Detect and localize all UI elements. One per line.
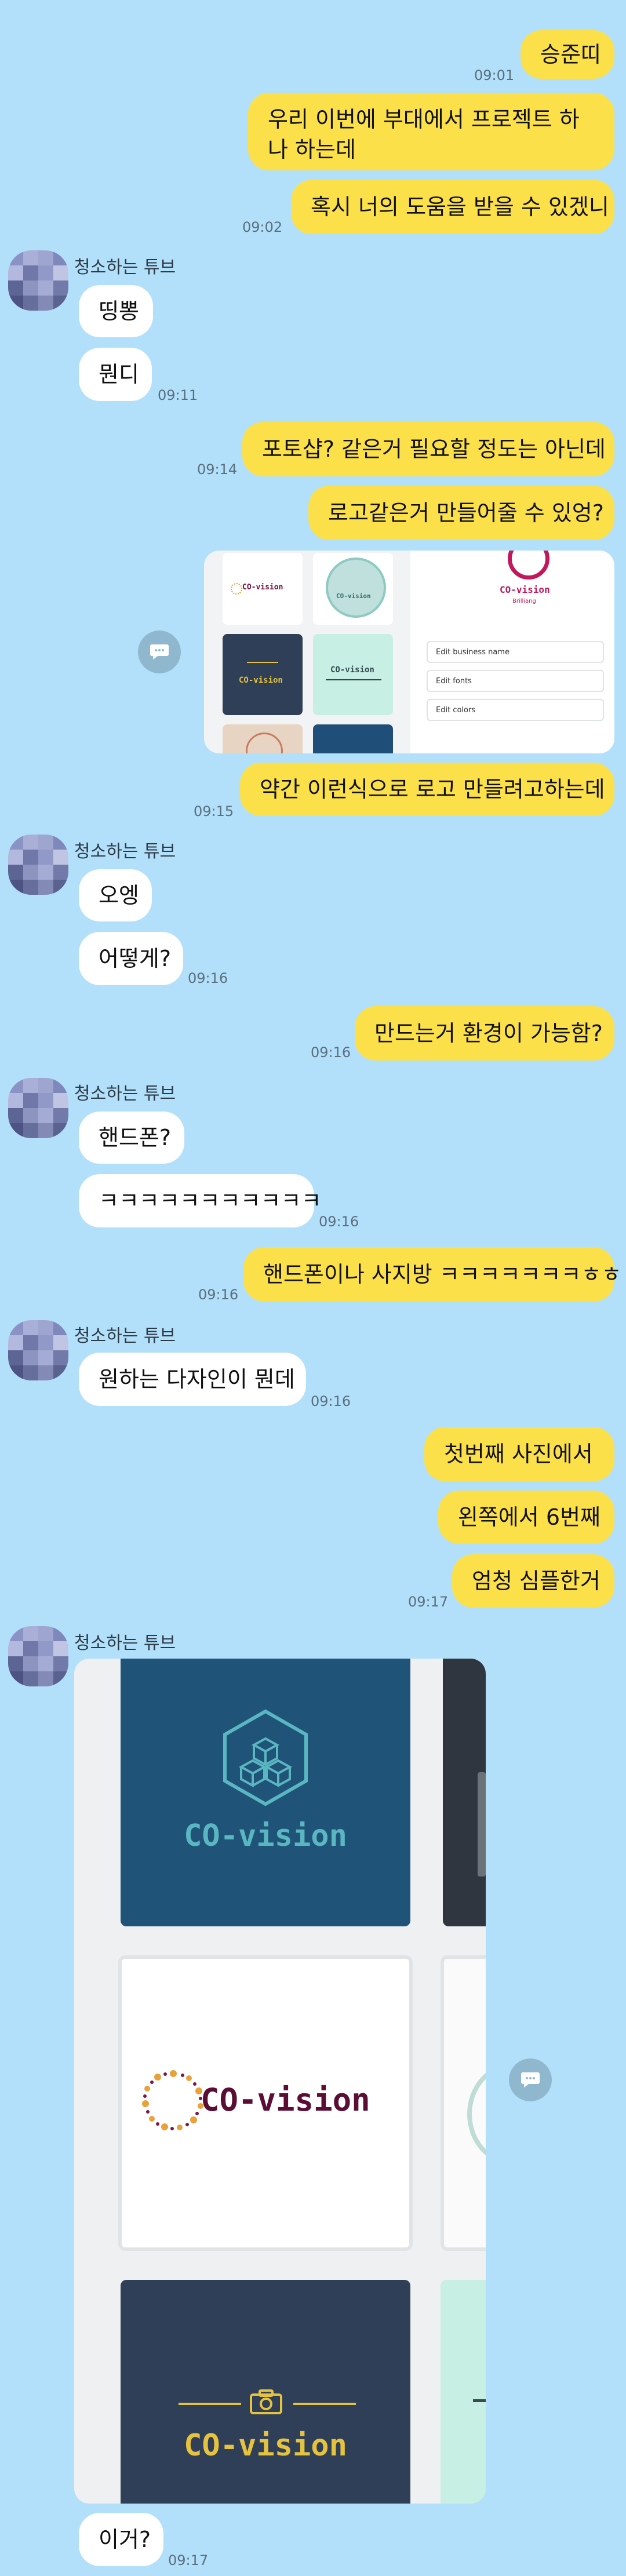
logo-thumb-text: CO-vision xyxy=(242,583,283,592)
logo-circle-icon xyxy=(326,558,386,618)
logo-thumb xyxy=(313,724,393,753)
logo-thumb xyxy=(223,724,303,753)
contact-name: 청소하는 튜브 xyxy=(74,1633,176,1653)
message-bubble[interactable]: 첫번째 사진에서 xyxy=(424,1427,614,1481)
logo-card-text: CO-vision xyxy=(201,2082,370,2118)
message-bubble[interactable]: 오엥 xyxy=(79,869,152,921)
edit-colors-row: Edit colors xyxy=(427,699,604,721)
message-bubble[interactable]: 포토샵? 같은거 필요할 정도는 아닌데 xyxy=(242,422,614,476)
logo-thumb-text: CO-vision xyxy=(239,676,283,685)
message-bubble[interactable]: 왼쪽에서 6번째 xyxy=(438,1491,614,1544)
message-time: 09:16 xyxy=(311,1393,351,1409)
logo-card-hexagon: CO-vision xyxy=(121,1659,410,1926)
logo-card-mint-peek xyxy=(441,2280,486,2504)
logo-card-circle-peek xyxy=(441,1955,486,2251)
message-text: 승준띠 xyxy=(540,42,601,67)
message-time: 09:02 xyxy=(242,219,283,235)
message-text: 어떻게? xyxy=(99,946,172,971)
logo-card-text: CO-vision xyxy=(184,2428,347,2463)
logo-c-icon xyxy=(508,551,549,580)
logo-editor-panel: CO-vision Brilliang Edit business name E… xyxy=(410,551,614,753)
logo-thumb: CO-vision xyxy=(223,634,303,715)
contact-name: 청소하는 튜브 xyxy=(74,1326,176,1346)
message-text: ㅋㅋㅋㅋㅋㅋㅋㅋㅋㅋㅋ xyxy=(99,1188,322,1214)
dotted-ring-icon xyxy=(142,2070,203,2130)
contact-avatar[interactable] xyxy=(8,1320,68,1380)
contact-name: 청소하는 튜브 xyxy=(74,841,176,862)
message-bubble[interactable]: 우리 이번에 부대에서 프로젝트 하나 하는데 xyxy=(248,93,614,170)
message-bubble[interactable]: 승준띠 xyxy=(521,30,614,79)
received-image[interactable]: CO-vision CO-vision CO-vision xyxy=(74,1659,486,2504)
logo-thumb: CO-vision xyxy=(313,553,393,625)
message-text: 우리 이번에 부대에서 프로젝트 하나 하는데 xyxy=(268,107,580,162)
message-time: 09:16 xyxy=(188,970,228,986)
contact-name: 청소하는 튜브 xyxy=(74,257,176,278)
message-text: 로고같은거 만들어줄 수 있엉? xyxy=(328,500,604,526)
message-text: 만드는거 환경이 가능함? xyxy=(374,1021,603,1046)
message-bubble[interactable]: 띵뽕 xyxy=(79,285,153,337)
logo-card-covision: CO-vision xyxy=(118,1955,413,2251)
message-time: 09:11 xyxy=(158,387,198,403)
contact-avatar[interactable] xyxy=(8,835,68,895)
message-bubble[interactable]: 이거? xyxy=(79,2513,163,2566)
message-text: 오엥 xyxy=(99,883,139,908)
share-bubble-icon[interactable] xyxy=(138,631,181,673)
logo-thumb-text: CO-vision xyxy=(330,665,374,675)
message-bubble[interactable]: 핸드폰이나 사지방 ㅋㅋㅋㅋㅋㅋㅋㅎㅎ xyxy=(243,1247,621,1302)
message-text: 원하는 다자인이 뭔데 xyxy=(99,1367,295,1392)
message-text: 포토샵? 같은거 필요할 정도는 아닌데 xyxy=(262,436,606,462)
message-bubble[interactable]: 원하는 다자인이 뭔데 xyxy=(79,1353,306,1406)
logo-preview: CO-vision Brilliang xyxy=(474,551,576,619)
message-text: 약간 이런식으로 로고 만들려고하는데 xyxy=(260,777,605,802)
message-bubble[interactable]: 만드는거 환경이 가능함? xyxy=(355,1006,614,1061)
message-time: 09:01 xyxy=(474,67,515,83)
camera-icon xyxy=(250,2389,282,2414)
contact-name: 청소하는 튜브 xyxy=(74,1084,176,1104)
message-text: 첫번째 사진에서 xyxy=(444,1441,593,1467)
message-text: 혹시 너의 도움을 받을 수 있겠니 xyxy=(311,194,609,220)
message-bubble[interactable]: 핸드폰? xyxy=(79,1112,184,1164)
message-time: 09:16 xyxy=(319,1214,359,1230)
message-text: 핸드폰? xyxy=(99,1125,172,1150)
message-time: 09:16 xyxy=(198,1287,239,1303)
message-bubble[interactable]: ㅋㅋㅋㅋㅋㅋㅋㅋㅋㅋㅋ xyxy=(79,1174,322,1227)
logo-ring-icon xyxy=(231,583,242,595)
logo-card-text: CO-vision xyxy=(184,1819,347,1853)
contact-avatar[interactable] xyxy=(8,1626,68,1686)
logo-preview-subtext: Brilliang xyxy=(512,598,536,604)
message-text: 띵뽕 xyxy=(99,298,139,324)
message-bubble[interactable]: 뭔디 xyxy=(79,348,152,401)
message-text: 핸드폰이나 사지방 ㅋㅋㅋㅋㅋㅋㅋㅎㅎ xyxy=(263,1262,622,1287)
share-bubble-icon[interactable] xyxy=(509,2058,552,2101)
logo-thumb: CO-vision xyxy=(313,634,393,715)
message-time: 09:15 xyxy=(194,803,234,819)
message-time: 09:16 xyxy=(311,1044,351,1061)
hexagon-cubes-icon xyxy=(223,1709,308,1806)
message-time: 09:14 xyxy=(197,461,238,478)
edit-fonts-row: Edit fonts xyxy=(427,670,604,692)
logo-thumb: CO-vision xyxy=(223,553,303,625)
contact-avatar[interactable] xyxy=(8,250,68,311)
edit-business-name-row: Edit business name xyxy=(427,641,604,663)
contact-avatar[interactable] xyxy=(8,1078,68,1138)
logo-card-camera: CO-vision xyxy=(121,2280,410,2504)
message-bubble[interactable]: 엄청 심플한거 xyxy=(452,1554,614,1608)
message-bubble[interactable]: 어떻게? xyxy=(79,932,183,985)
logo-thumb-text: CO-vision xyxy=(336,592,371,600)
message-bubble[interactable]: 로고같은거 만들어줄 수 있엉? xyxy=(308,486,614,540)
message-text: 뭔디 xyxy=(99,362,139,387)
message-bubble[interactable]: 혹시 너의 도움을 받을 수 있겠니 xyxy=(291,180,614,234)
sent-image[interactable]: CO-vision CO-vision CO-vision CO-vision … xyxy=(204,551,614,753)
message-time: 09:17 xyxy=(408,1594,449,1610)
logo-preview-text: CO-vision xyxy=(500,584,550,595)
message-bubble[interactable]: 약간 이런식으로 로고 만들려고하는데 xyxy=(240,763,614,816)
message-text: 엄청 심플한거 xyxy=(472,1568,600,1594)
message-text: 이거? xyxy=(99,2527,151,2552)
message-text: 왼쪽에서 6번째 xyxy=(458,1504,601,1530)
logo-card-dark xyxy=(443,1659,486,1926)
message-time: 09:17 xyxy=(168,2552,209,2568)
